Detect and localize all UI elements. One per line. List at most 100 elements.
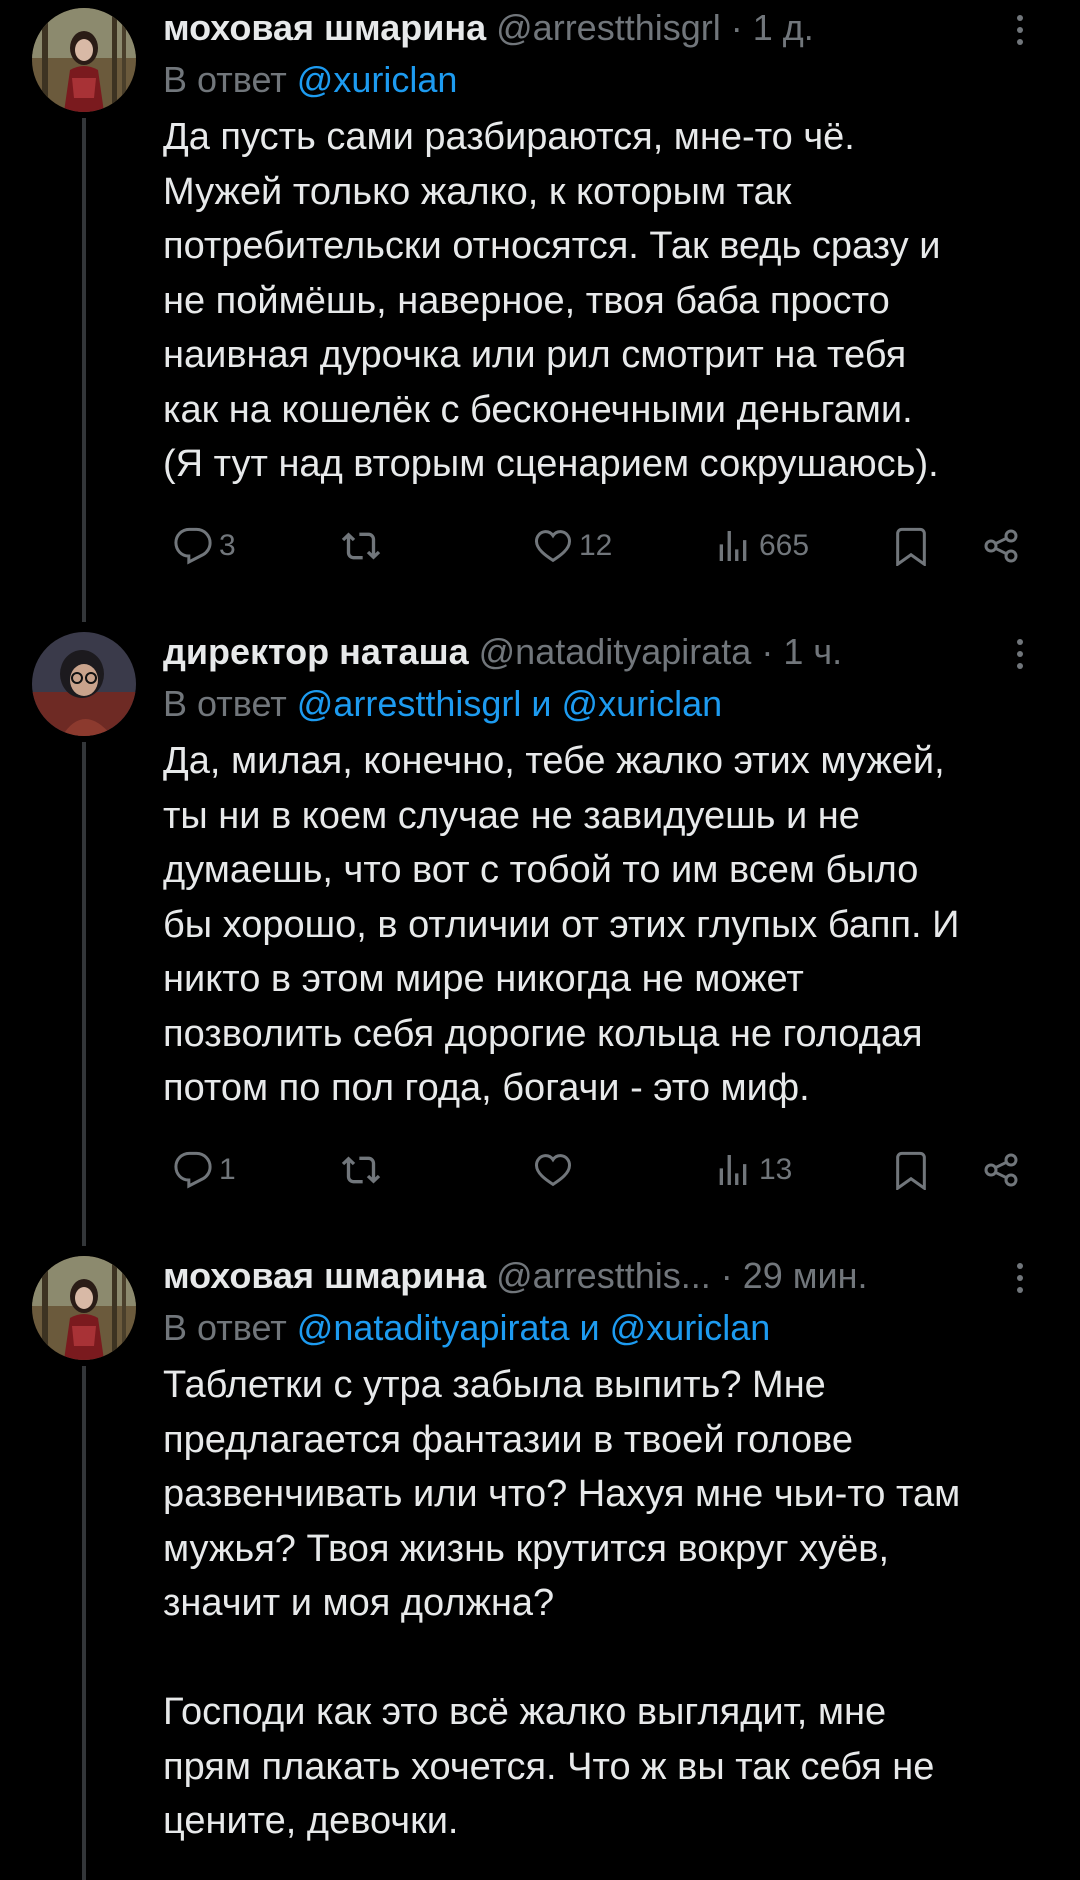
views-count: 665 [759, 528, 810, 562]
reply-button[interactable]: 1 [173, 1142, 236, 1198]
text-line: мужья? Твоя жизнь крутится вокруг хуёв, [163, 1527, 890, 1570]
views-count: 13 [759, 1152, 793, 1186]
more-icon [1017, 15, 1023, 45]
thread-connector [82, 1366, 86, 1880]
more-button[interactable] [1000, 634, 1040, 674]
more-icon [1017, 639, 1023, 669]
bookmark-icon [896, 527, 926, 566]
conversation-thread: моховая шмарина @arrestthisgrl · 1 д. В … [0, 0, 1080, 1880]
views-button[interactable]: 13 [713, 1142, 792, 1198]
text-blank-line [163, 1631, 1040, 1686]
avatar[interactable] [32, 632, 136, 736]
mention-link[interactable]: @natadityapirata [297, 1307, 570, 1348]
display-name[interactable]: моховая шмарина [163, 1255, 486, 1296]
text-line: (Я тут над вторым сценарием сокрушаюсь). [163, 443, 939, 485]
tweet-text: Да пусть сами разбираются, мне-то чё. Му… [163, 110, 1040, 492]
more-button[interactable] [1000, 1258, 1040, 1298]
share-icon [984, 1153, 1018, 1186]
separator: · [761, 631, 774, 672]
timestamp[interactable]: 1 д. [753, 7, 814, 48]
tweet-text: Да, милая, конечно, тебе жалко этих муже… [163, 734, 1040, 1116]
retweet-button[interactable] [341, 518, 387, 574]
text-line: наивная дурочка или рил смотрит на тебя [163, 334, 907, 376]
user-handle[interactable]: @natadityapirata [479, 631, 752, 672]
bookmark-button[interactable] [891, 518, 931, 574]
text-line: бы хорошо, в отличии от этих глупых бапп… [163, 903, 960, 946]
text-line: Господи как это всё жалко выглядит, мне [163, 1691, 887, 1733]
tweet-text: Таблетки с утра забыла выпить? Мне предл… [163, 1358, 1040, 1849]
reply-prefix: В ответ [163, 683, 287, 724]
display-name[interactable]: моховая шмарина [163, 7, 486, 48]
mention-link[interactable]: @xuriclan [297, 59, 458, 100]
action-bar: 3 12 665 [163, 518, 1040, 574]
text-line: Таблетки с утра забыла выпить? Мне [163, 1364, 826, 1406]
reply-prefix: В ответ [163, 1307, 287, 1348]
avatar-girl-forest-icon [32, 1256, 136, 1360]
mention-link[interactable]: @arrestthisgrl [297, 683, 522, 724]
retweet-icon [341, 1156, 381, 1183]
reply-icon [174, 527, 212, 564]
mention-link[interactable]: @xuriclan [610, 1307, 771, 1348]
reply-button[interactable]: 3 [173, 518, 236, 574]
separator: · [720, 1255, 733, 1296]
reply-count: 1 [219, 1152, 236, 1186]
text-line: не поймёшь, наверное, твоя баба просто [163, 279, 890, 322]
tweet-2[interactable]: директор наташа @natadityapirata · 1 ч. … [0, 624, 1080, 1246]
display-name[interactable]: директор наташа [163, 631, 469, 672]
mention-link[interactable]: @xuriclan [562, 683, 723, 724]
views-icon [719, 530, 747, 561]
text-line: Да пусть сами разбираются, мне-то чё. [163, 116, 855, 158]
avatar[interactable] [32, 1256, 136, 1360]
text-line: Мужей только жалко, к которым так [163, 170, 792, 213]
action-bar: 1 13 [163, 1142, 1040, 1198]
timestamp[interactable]: 1 ч. [783, 631, 842, 672]
thread-connector [82, 118, 86, 622]
text-line: Да, милая, конечно, тебе жалко этих муже… [163, 740, 945, 782]
user-handle[interactable]: @arrestthis... [496, 1255, 711, 1296]
mention-joiner: и [531, 683, 552, 724]
more-button[interactable] [1000, 10, 1040, 50]
reply-count: 3 [219, 528, 236, 562]
avatar-glasses-icon [32, 632, 136, 736]
text-line: развенчивать или что? Нахуя мне чьи-то т… [163, 1473, 961, 1515]
more-icon [1017, 1263, 1023, 1293]
views-icon [719, 1154, 747, 1185]
text-line: ты ни в коем случае не завидуешь и не [163, 794, 860, 837]
heart-icon [535, 529, 571, 562]
heart-icon [535, 1153, 571, 1186]
share-icon [984, 529, 1018, 562]
reply-context: В ответ @arrestthisgrl и @xuriclan [163, 678, 1040, 730]
tweet-1[interactable]: моховая шмарина @arrestthisgrl · 1 д. В … [0, 0, 1080, 622]
avatar-girl-forest-icon [32, 8, 136, 112]
views-button[interactable]: 665 [713, 518, 809, 574]
share-button[interactable] [981, 518, 1021, 574]
like-button[interactable] [533, 1142, 579, 1198]
reply-icon [174, 1151, 212, 1188]
reply-prefix: В ответ [163, 59, 287, 100]
text-line: прям плакать хочется. Что ж вы так себя … [163, 1745, 935, 1788]
like-button[interactable]: 12 [533, 518, 612, 574]
text-line: как на кошелёк с бесконечными деньгами. [163, 388, 913, 431]
tweet-header: моховая шмарина @arrestthisgrl · 1 д. [163, 2, 1040, 54]
thread-connector [82, 742, 86, 1246]
like-count: 12 [579, 528, 613, 562]
share-button[interactable] [981, 1142, 1021, 1198]
tweet-header: моховая шмарина @arrestthis... · 29 мин. [163, 1250, 1040, 1302]
retweet-button[interactable] [341, 1142, 387, 1198]
text-line: предлагается фантазии в твоей голове [163, 1418, 854, 1461]
user-handle[interactable]: @arrestthisgrl [496, 7, 721, 48]
text-line: думаешь, что вот с тобой то им всем было [163, 849, 919, 891]
bookmark-button[interactable] [891, 1142, 931, 1198]
reply-context: В ответ @xuriclan [163, 54, 1040, 106]
tweet-header: директор наташа @natadityapirata · 1 ч. [163, 626, 1040, 678]
text-line: значит и моя должна? [163, 1582, 555, 1624]
text-line: потребительски относятся. Так ведь сразу… [163, 225, 941, 267]
tweet-3[interactable]: моховая шмарина @arrestthis... · 29 мин.… [0, 1248, 1080, 1880]
avatar[interactable] [32, 8, 136, 112]
separator: · [730, 7, 743, 48]
reply-context: В ответ @natadityapirata и @xuriclan [163, 1302, 1040, 1354]
timestamp[interactable]: 29 мин. [743, 1255, 868, 1296]
text-line: цените, девочки. [163, 1800, 459, 1842]
retweet-icon [341, 532, 381, 559]
text-line: никто в этом мире никогда не может [163, 958, 804, 1000]
